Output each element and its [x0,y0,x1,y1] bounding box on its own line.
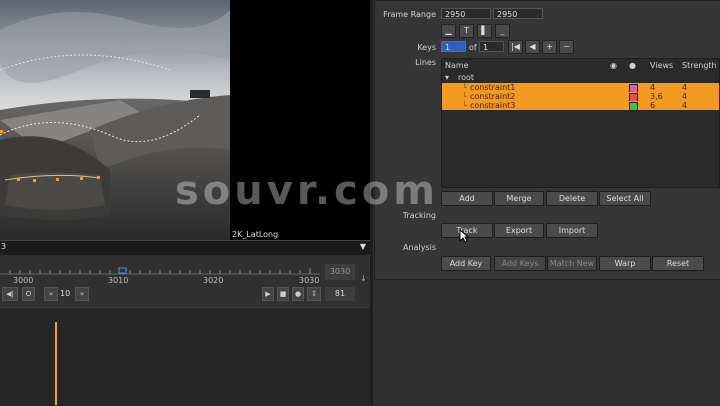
row-name: constraint2 [470,92,516,101]
warp-button[interactable]: Warp [599,256,651,271]
select-all-button[interactable]: Select All [599,191,651,206]
triangle-down-icon[interactable]: ▼ [360,242,366,251]
lock-icon[interactable]: ● [292,287,304,301]
align-left-icon[interactable]: ▌ [477,24,492,38]
play-icon[interactable]: ▶ [262,287,274,301]
row-views: 4 [650,83,656,92]
tick-label: 3000 [13,276,34,285]
col-name-header[interactable]: Name [445,59,469,72]
keys-field[interactable]: 1 [441,41,466,52]
underline-icon[interactable]: _ [495,24,510,38]
row-name: constraint3 [470,101,516,110]
step-back-icon[interactable]: « [44,287,58,301]
frame-ruler[interactable] [0,262,340,284]
table-row[interactable]: └ constraint1 4 4 [442,83,719,93]
remove-key-icon[interactable]: − [559,40,574,54]
play-backward-icon[interactable]: ◀| [2,287,18,301]
row-strength: 4 [682,101,688,110]
align-bottom-icon[interactable]: ▁ [441,24,456,38]
lines-label: Lines [415,58,436,67]
step-forward-icon[interactable]: » [75,287,89,301]
end-frame-field[interactable]: 3030 [325,264,355,280]
lines-table[interactable]: Name ◉ ● Views Strength ▾ root └ constra… [441,58,720,188]
loop-icon[interactable]: O [22,287,35,301]
tick-label: 3030 [299,276,320,285]
export-button[interactable]: Export [494,223,544,238]
frame-start-field[interactable]: 2950 [441,8,491,19]
merge-button[interactable]: Merge [494,191,544,206]
add-key-icon[interactable]: + [542,40,557,54]
viewer-info-bar: 3 ▼ [0,240,370,255]
expand-icon[interactable]: ▾ [445,73,449,82]
row-views: 6 [650,101,656,110]
root-label: root [458,73,475,82]
current-frame-field[interactable]: 81 [325,287,355,301]
tree-root-row[interactable]: ▾ root [442,73,719,82]
delete-button[interactable]: Delete [546,191,598,206]
tick-label: 3020 [203,276,224,285]
row-name: constraint1 [470,83,516,92]
frame-end-field[interactable]: 2950 [493,8,543,19]
text-tool-icon[interactable]: T [459,24,474,38]
playhead[interactable] [55,322,57,405]
row-strength: 4 [682,92,688,101]
watermark: souvr.com [175,168,439,214]
double-chevron-down-icon[interactable]: ↓ [360,274,367,283]
keys-label: Keys [417,43,436,52]
eye-icon[interactable]: ◉ [610,59,617,72]
row-views: 3,6 [650,92,663,101]
color-swatch[interactable] [629,102,638,111]
keys-of-label: of [469,43,477,52]
keys-total-field: 1 [479,41,504,52]
match-new-button[interactable]: Match New [547,256,597,271]
tick-label: 3010 [108,276,129,285]
color-wheel-icon[interactable]: ● [629,59,636,72]
row-strength: 4 [682,83,688,92]
playback-controls: ◀| O « 10 » ▶ ■ ● ↧ 81 [0,285,370,303]
frame-range-label: Frame Range [383,10,436,19]
add-keys-button[interactable]: Add Keys [494,256,546,271]
prev-key-icon[interactable]: ◀ [525,40,540,54]
mouse-cursor-icon [459,229,469,243]
stop-icon[interactable]: ■ [277,287,289,301]
first-key-icon[interactable]: |◀ [508,40,523,54]
col-strength-header[interactable]: Strength [682,59,717,72]
format-label: 2K_LatLong [232,230,279,239]
table-row[interactable]: └ constraint2 3,6 4 [442,92,719,102]
analysis-label: Analysis [403,243,436,252]
increment-field[interactable]: 10 [60,289,70,298]
reset-button[interactable]: Reset [652,256,704,271]
col-views-header[interactable]: Views [650,59,673,72]
bookmark-icon[interactable]: ↧ [307,287,321,301]
import-button[interactable]: Import [546,223,598,238]
add-key-button[interactable]: Add Key [441,256,491,271]
table-row[interactable]: └ constraint3 6 4 [442,101,719,111]
add-line-button[interactable]: Add [441,191,493,206]
channel-label: 3 [1,242,7,251]
